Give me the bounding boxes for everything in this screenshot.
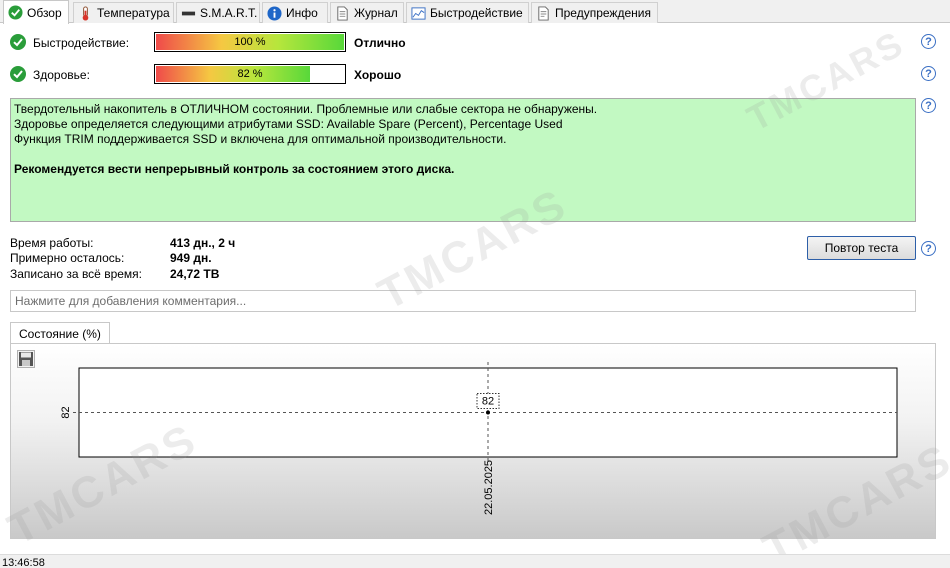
performance-chart-icon	[411, 6, 426, 20]
warnings-document-icon	[538, 5, 549, 21]
performance-bar-text: 100 %	[234, 36, 266, 48]
chart-data-point	[486, 410, 490, 415]
smart-bar-icon	[181, 11, 196, 15]
description-help-icon[interactable]: ?	[921, 98, 936, 113]
performance-bar: 100 %	[154, 32, 346, 52]
tab-label: Инфо	[286, 6, 318, 20]
uptime-label: Время работы:	[10, 236, 94, 250]
health-ok-icon	[10, 66, 26, 82]
tab-overview[interactable]: Обзор	[3, 0, 69, 24]
tab-label: Обзор	[27, 5, 62, 20]
health-bar: 82 %	[154, 64, 346, 84]
status-time: 13:46:58	[2, 557, 45, 568]
health-help-icon[interactable]: ?	[921, 66, 936, 81]
comment-input[interactable]	[10, 290, 916, 312]
tab-performance[interactable]: Быстродействие	[406, 2, 529, 23]
check-circle-icon	[8, 5, 23, 20]
performance-ok-icon	[10, 34, 26, 50]
retest-button[interactable]: Повтор теста	[807, 236, 916, 260]
chart-x-tick-label: 22.05.2025	[483, 460, 495, 515]
app-window: Обзор Температура S.M.A.R.T. Инфо Журнал…	[0, 0, 950, 568]
status-bar: 13:46:58	[0, 554, 950, 568]
retest-help-icon[interactable]: ?	[921, 241, 936, 256]
tab-warnings[interactable]: Предупреждения	[531, 2, 658, 23]
performance-help-icon[interactable]: ?	[921, 34, 936, 49]
chart-y-tick-label: 82	[60, 406, 72, 418]
tab-info[interactable]: Инфо	[262, 2, 328, 23]
tab-label: Температура	[97, 6, 170, 20]
chart-tab-condition[interactable]: Состояние (%)	[10, 322, 110, 344]
tab-label: Предупреждения	[555, 6, 651, 20]
performance-label: Быстродействие:	[33, 36, 130, 50]
tab-label: S.M.A.R.T.	[200, 6, 258, 20]
document-icon	[337, 5, 348, 21]
tab-journal[interactable]: Журнал	[330, 2, 404, 23]
written-value: 24,72 TB	[170, 267, 220, 281]
info-icon	[267, 5, 282, 21]
info-recommendation: Рекомендуется вести непрерывный контроль…	[14, 162, 455, 176]
health-bar-text: 82 %	[237, 68, 263, 80]
tab-smart[interactable]: S.M.A.R.T.	[176, 2, 260, 23]
save-chart-icon[interactable]	[17, 350, 35, 368]
health-status: Хорошо	[354, 68, 402, 82]
thermometer-icon	[82, 5, 89, 21]
tab-label: Журнал	[354, 6, 398, 20]
tab-bar: Обзор Температура S.M.A.R.T. Инфо Журнал…	[0, 0, 950, 24]
health-label: Здоровье:	[33, 68, 90, 82]
info-line-3: Функция TRIM поддерживается SSD и включе…	[14, 132, 507, 146]
written-label: Записано за всё время:	[10, 267, 142, 281]
tab-label: Быстродействие	[430, 6, 523, 20]
performance-status: Отлично	[354, 36, 406, 50]
remaining-value: 949 дн.	[170, 251, 212, 265]
tab-temperature[interactable]: Температура	[73, 2, 174, 23]
remaining-label: Примерно осталось:	[10, 251, 125, 265]
uptime-value: 413 дн., 2 ч	[170, 236, 236, 250]
chart-point-label: 82	[482, 396, 494, 408]
